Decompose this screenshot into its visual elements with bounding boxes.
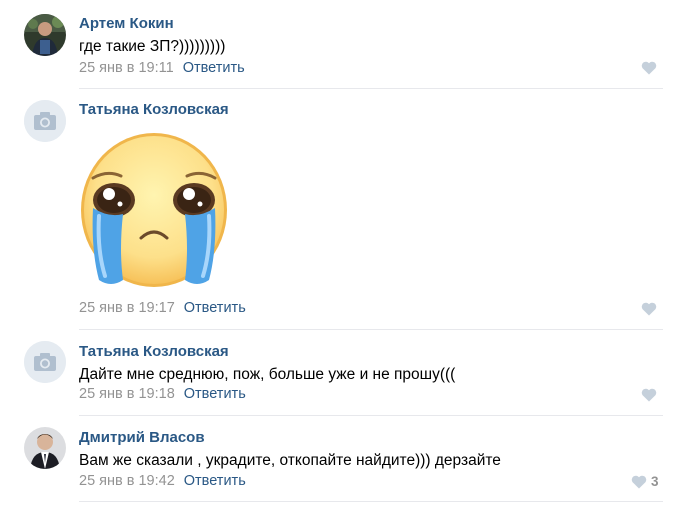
comment-text: Вам же сказали , украдите, откопайте най… (79, 452, 501, 469)
reply-button[interactable]: Ответить (184, 473, 246, 489)
divider (79, 88, 663, 89)
like-button[interactable] (641, 388, 671, 406)
divider (79, 415, 663, 416)
crying-face-sticker (79, 130, 229, 290)
avatar[interactable] (24, 100, 66, 142)
comment-text: Дайте мне среднюю, пож, больше уже и не … (79, 366, 456, 383)
comment-date[interactable]: 25 янв в 19:42 (79, 473, 175, 489)
comment-author[interactable]: Татьяна Козловская (79, 101, 229, 118)
comment-date[interactable]: 25 янв в 19:17 (79, 300, 175, 316)
comment-meta: 25 янв в 19:42 Ответить (79, 473, 246, 489)
like-button[interactable] (641, 302, 671, 320)
comment-meta: 25 янв в 19:18 Ответить (79, 386, 246, 402)
comment-meta: 25 янв в 19:17 Ответить (79, 300, 246, 316)
reply-button[interactable]: Ответить (184, 386, 246, 402)
reply-button[interactable]: Ответить (183, 60, 245, 76)
camera-icon (24, 100, 66, 142)
comment-author[interactable]: Татьяна Козловская (79, 343, 229, 360)
divider (79, 501, 663, 502)
avatar[interactable] (24, 14, 66, 56)
avatar[interactable] (24, 427, 66, 469)
heart-icon (641, 388, 657, 402)
like-button[interactable] (641, 61, 671, 79)
comment-author[interactable]: Артем Кокин (79, 15, 174, 32)
comment-text: где такие ЗП?))))))))) (79, 38, 226, 55)
comment-date[interactable]: 25 янв в 19:18 (79, 386, 175, 402)
comment-meta: 25 янв в 19:11 Ответить (79, 60, 245, 76)
heart-icon (641, 302, 657, 316)
reply-button[interactable]: Ответить (184, 300, 246, 316)
heart-icon (631, 475, 647, 489)
comment-author[interactable]: Дмитрий Власов (79, 429, 205, 446)
avatar[interactable] (24, 341, 66, 383)
comment-date[interactable]: 25 янв в 19:11 (79, 60, 174, 76)
divider (79, 329, 663, 330)
heart-icon (641, 61, 657, 75)
camera-icon (24, 341, 66, 383)
like-count: 3 (651, 474, 659, 489)
